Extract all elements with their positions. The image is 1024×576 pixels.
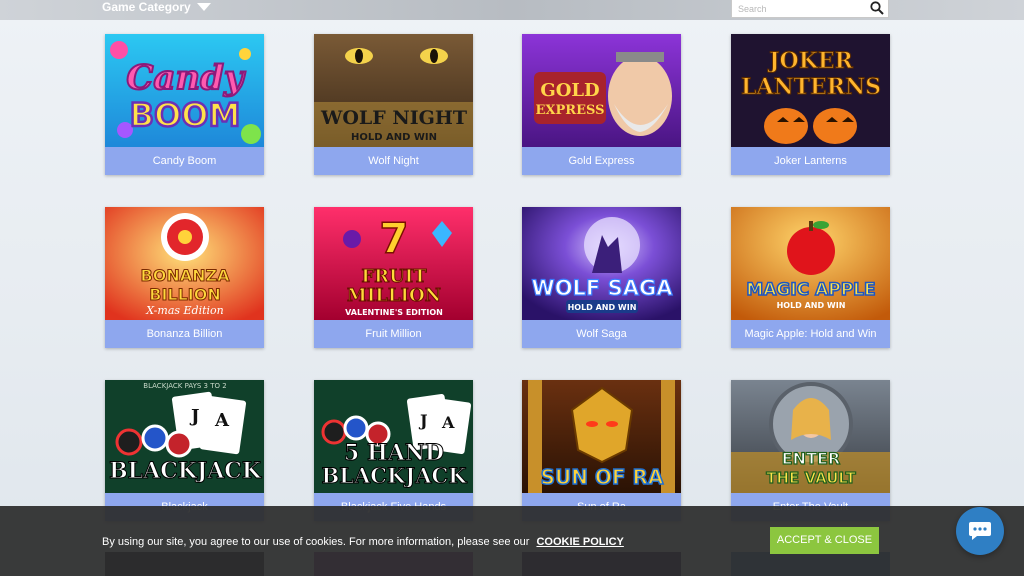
game-tile-blackjack-five-hands[interactable]: J A 5 HAND BLACKJACK Blackjack Five Hand… [314, 380, 473, 521]
game-thumbnail: 7 FRUIT MILLION VALENTINE'S EDITION [314, 207, 473, 320]
game-thumbnail: MAGIC APPLE HOLD AND WIN [731, 207, 890, 320]
art-title: WOLF NIGHT [320, 107, 467, 129]
art-title: BLACKJACK [109, 458, 262, 484]
art-title: ENTER [782, 449, 840, 468]
game-thumbnail: BLACKJACK PAYS 3 TO 2 J A BLACKJACK [105, 380, 264, 493]
art-title: GOLD [540, 80, 599, 101]
chevron-down-icon [196, 3, 211, 11]
svg-text:A: A [441, 413, 455, 432]
art-subtitle: BLACKJACK [322, 463, 468, 488]
game-title: Bonanza Billion [105, 320, 264, 348]
game-thumbnail: WOLF NIGHT HOLD AND WIN [314, 34, 473, 147]
game-title: Fruit Million [314, 320, 473, 348]
art-title: BONANZA [141, 266, 231, 285]
chat-button[interactable] [956, 507, 1004, 555]
art-subtitle: MILLION [347, 285, 441, 306]
art-title: JOKER [767, 48, 853, 74]
game-title: Joker Lanterns [731, 147, 890, 175]
game-tile-joker-lanterns[interactable]: JOKER LANTERNS Joker Lanterns [731, 34, 890, 175]
game-tile-gold-express[interactable]: GOLD EXPRESS Gold Express [522, 34, 681, 175]
search-icon[interactable] [870, 1, 884, 15]
search-input[interactable] [732, 0, 862, 17]
game-thumbnail: GOLD EXPRESS [522, 34, 681, 147]
game-tile-bonanza-billion[interactable]: BONANZA BILLION X-mas Edition Bonanza Bi… [105, 207, 264, 348]
game-category-label: Game Category [102, 0, 191, 14]
art-subtitle: BILLION [149, 285, 220, 304]
game-thumbnail: SUN OF RA [522, 380, 681, 493]
art-title: MAGIC APPLE [746, 280, 875, 300]
game-tile-sun-of-ra[interactable]: SUN OF RA Sun of Ra [522, 380, 681, 521]
game-tile-fruit-million[interactable]: 7 FRUIT MILLION VALENTINE'S EDITION Frui… [314, 207, 473, 348]
art-subtitle: THE VAULT [766, 469, 856, 487]
art-edition: X-mas Edition [145, 304, 224, 317]
cookie-message-text: By using our site, you agree to our use … [102, 536, 530, 548]
art-subtitle: LANTERNS [741, 74, 881, 100]
game-title: Candy Boom [105, 147, 264, 175]
svg-text:J: J [418, 411, 428, 430]
game-thumbnail: ENTER THE VAULT [731, 380, 890, 493]
game-tile-blackjack[interactable]: BLACKJACK PAYS 3 TO 2 J A BLACKJACK Blac… [105, 380, 264, 521]
game-thumbnail: WOLF SAGA HOLD AND WIN [522, 207, 681, 320]
game-thumbnail: Candy BOOM [105, 34, 264, 147]
art-title: Candy [126, 58, 246, 98]
game-tile-candy-boom[interactable]: Candy BOOM Candy Boom [105, 34, 264, 175]
game-tile-magic-apple[interactable]: MAGIC APPLE HOLD AND WIN Magic Apple: Ho… [731, 207, 890, 348]
art-subtitle: HOLD AND WIN [568, 303, 637, 312]
art-edition: VALENTINE'S EDITION [345, 308, 443, 317]
art-subtitle: EXPRESS [536, 103, 605, 118]
svg-text:A: A [214, 410, 230, 431]
art-subtitle: HOLD AND WIN [777, 301, 846, 310]
game-tile-enter-the-vault[interactable]: ENTER THE VAULT Enter The Vault [731, 380, 890, 521]
game-title: Wolf Saga [522, 320, 681, 348]
cookie-banner: By using our site, you agree to our use … [0, 506, 1024, 576]
art-title: FRUIT [361, 266, 427, 287]
accept-close-button[interactable]: ACCEPT & CLOSE [770, 527, 879, 554]
game-title: Wolf Night [314, 147, 473, 175]
game-title: Gold Express [522, 147, 681, 175]
game-tile-wolf-night[interactable]: WOLF NIGHT HOLD AND WIN Wolf Night [314, 34, 473, 175]
game-thumbnail: BONANZA BILLION X-mas Edition [105, 207, 264, 320]
svg-text:J: J [189, 406, 200, 427]
art-tagline: BLACKJACK PAYS 3 TO 2 [143, 382, 226, 390]
svg-text:7: 7 [379, 214, 408, 263]
art-title: WOLF SAGA [532, 276, 674, 300]
game-title: Magic Apple: Hold and Win [731, 320, 890, 348]
art-subtitle: HOLD AND WIN [351, 132, 437, 143]
search-box [731, 0, 889, 18]
game-thumbnail: J A 5 HAND BLACKJACK [314, 380, 473, 493]
game-tile-wolf-saga[interactable]: WOLF SAGA HOLD AND WIN Wolf Saga [522, 207, 681, 348]
cookie-policy-link[interactable]: COOKIE POLICY [536, 536, 623, 548]
art-title: SUN OF RA [541, 465, 664, 489]
game-category-dropdown[interactable]: Game Category [102, 0, 211, 14]
game-thumbnail: JOKER LANTERNS [731, 34, 890, 147]
chat-bubble-icon [969, 522, 991, 540]
cookie-message: By using our site, you agree to our use … [102, 535, 624, 549]
art-subtitle: BOOM [130, 96, 241, 134]
